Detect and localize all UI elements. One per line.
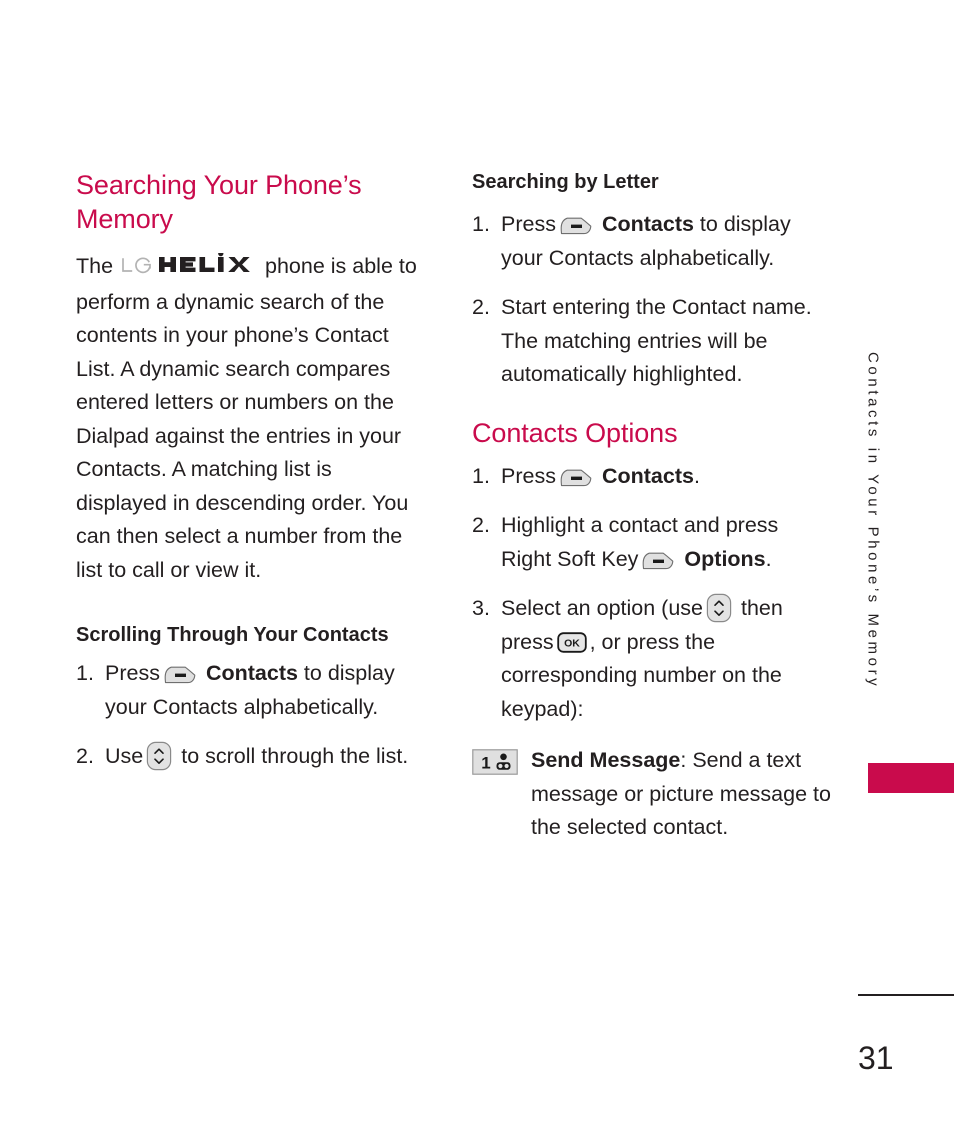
step-text-1: Select an option (use xyxy=(501,596,703,620)
soft-key-icon xyxy=(164,666,196,684)
step-bold-label: Contacts xyxy=(601,463,694,488)
section-title-contacts-options: Contacts Options xyxy=(472,417,678,448)
navigation-key-icon xyxy=(146,741,172,771)
side-tab-label: Contacts in Your Phone’s Memory xyxy=(864,352,882,690)
letter-steps-list: 1. Press Contacts to display your Contact… xyxy=(472,208,832,392)
side-tab-accent-bar xyxy=(868,763,954,793)
list-item: 1. Press Contacts to display your Contact… xyxy=(76,657,424,724)
step-text-1: Use xyxy=(105,744,144,768)
manual-page: Searching Your Phone’s Memory The phone … xyxy=(0,0,954,1145)
subheading-searching-by-letter: Searching by Letter xyxy=(472,171,659,193)
right-column: Searching by Letter 1. Press Contacts to … xyxy=(472,168,832,845)
step-number: 1. xyxy=(76,661,94,685)
step-text: Start entering the Contact name. The mat… xyxy=(501,295,812,386)
step-text-1: Press xyxy=(501,463,556,488)
option-item-text: Send Message: Send a text message or pic… xyxy=(531,744,832,845)
step-number: 2. xyxy=(472,513,490,537)
option-item-title: Send Message xyxy=(531,748,681,772)
intro-text-after-logo: phone is able to perform a dynamic searc… xyxy=(76,254,417,582)
keypad-one-icon: 1 xyxy=(472,744,518,782)
soft-key-icon xyxy=(560,217,592,235)
list-item: 2. Highlight a contact and press Right So… xyxy=(472,509,832,576)
step-number: 3. xyxy=(472,596,490,620)
svg-text:OK: OK xyxy=(564,637,580,649)
lg-logo xyxy=(121,251,153,285)
scrolling-steps-list: 1. Press Contacts to display your Contact… xyxy=(76,657,424,774)
left-column: Searching Your Phone’s Memory The phone … xyxy=(76,168,424,774)
step-number: 2. xyxy=(472,295,490,319)
option-item-send-message: 1 Send Message: Send a text message or p… xyxy=(472,744,832,845)
list-item: 2. Start entering the Contact name. The m… xyxy=(472,291,832,392)
svg-text:1: 1 xyxy=(481,754,490,773)
step-text-2: . xyxy=(693,463,700,488)
step-text-2: to scroll through the list. xyxy=(181,744,409,768)
list-item: 3. Select an option (use then press OK, or… xyxy=(472,592,832,726)
step-bold-label: Contacts xyxy=(205,661,298,685)
helix-logo xyxy=(159,251,255,286)
step-number: 1. xyxy=(472,463,490,488)
step-bold-label: Contacts xyxy=(601,212,694,236)
intro-text-before-logo: The xyxy=(76,254,120,278)
list-item: 1. Press Contacts to display your Contact… xyxy=(472,208,832,275)
step-text-1: Press xyxy=(105,661,160,685)
step-text-2: . xyxy=(765,546,772,571)
step-number: 2. xyxy=(76,744,94,768)
navigation-key-icon xyxy=(706,593,732,623)
step-bold-label: Options xyxy=(684,546,766,571)
step-text-1: Press xyxy=(501,212,556,236)
step-number: 1. xyxy=(472,212,490,236)
list-item: 1. Press Contacts. xyxy=(472,460,832,494)
soft-key-icon xyxy=(560,469,592,487)
page-title: Searching Your Phone’s Memory xyxy=(76,170,362,234)
list-item: 2. Use to scroll through the list. xyxy=(76,740,424,774)
options-steps-list: 1. Press Contacts. 2. Highlight a contact … xyxy=(472,460,832,727)
footer-divider xyxy=(858,994,954,996)
page-number: 31 xyxy=(858,1040,894,1076)
soft-key-icon xyxy=(642,552,674,570)
side-tab: Contacts in Your Phone’s Memory xyxy=(856,352,890,756)
subheading-scrolling: Scrolling Through Your Contacts xyxy=(76,624,389,646)
intro-paragraph: The phone is able to perform a dynamic s… xyxy=(76,250,424,587)
ok-key-icon: OK xyxy=(556,631,587,653)
